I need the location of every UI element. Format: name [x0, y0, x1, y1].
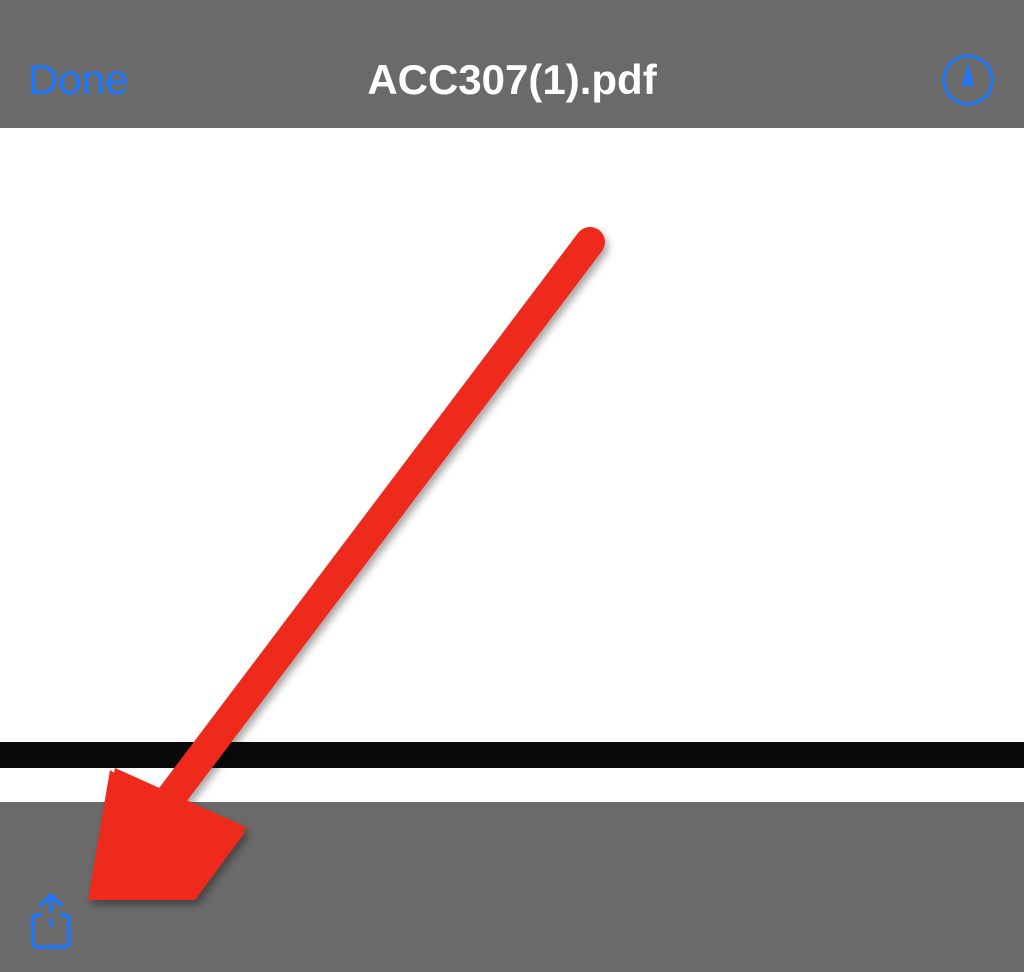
- share-icon: [28, 893, 74, 951]
- markup-pen-icon: [942, 54, 994, 106]
- document-viewer[interactable]: [0, 128, 1024, 872]
- page-separator-dark: [0, 742, 1024, 768]
- status-bar: [0, 0, 1024, 32]
- page-bottom-edge: [0, 802, 1024, 828]
- bottom-toolbar: [0, 872, 1024, 972]
- markup-button[interactable]: [940, 52, 996, 108]
- done-button[interactable]: Done: [28, 56, 128, 104]
- document-title: ACC307(1).pdf: [367, 56, 656, 104]
- page-separator-light: [0, 770, 1024, 802]
- share-button[interactable]: [28, 893, 74, 951]
- navigation-bar: Done ACC307(1).pdf: [0, 32, 1024, 128]
- pdf-page: [0, 128, 1024, 828]
